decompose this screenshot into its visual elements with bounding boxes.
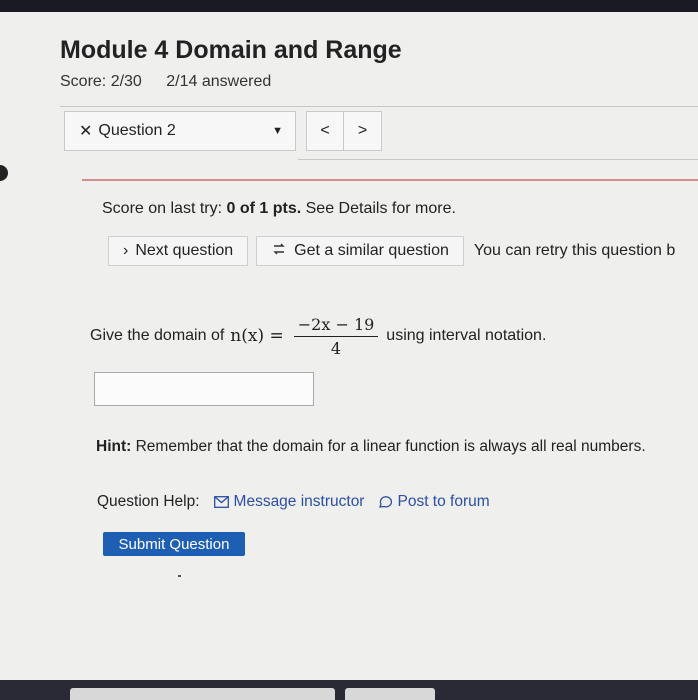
chevron-right-icon: › (123, 242, 129, 259)
cursor-mark (178, 575, 181, 577)
score-summary: Score: 2/30 2/14 answered (60, 73, 291, 91)
chevron-down-icon: ▼ (272, 125, 283, 137)
fraction-numerator: −2x − 19 (293, 315, 379, 337)
device-frame: Module 4 Domain and Range Score: 2/30 2/… (0, 0, 698, 700)
answered-count: 2/14 answered (166, 73, 272, 90)
question-help: Question Help: Message instructor Post t… (97, 493, 490, 511)
question-prompt: Give the domain of n(x) = −2x − 19 4 usi… (90, 312, 546, 360)
next-question-button[interactable]: › Next question (108, 236, 249, 266)
fraction: −2x − 19 4 (293, 315, 379, 358)
question-help-label: Question Help: (97, 493, 200, 510)
last-try-prefix: Score on last try: (102, 200, 227, 217)
feedback-divider (82, 179, 698, 181)
next-question-label: Next question (135, 242, 234, 259)
question-dropdown-label: Question 2 (98, 122, 176, 139)
post-to-forum-link[interactable]: Post to forum (378, 493, 490, 511)
page-title: Module 4 Domain and Range (60, 36, 402, 64)
hint-text: Hint: Remember that the domain for a lin… (96, 438, 646, 456)
post-to-forum-label: Post to forum (397, 493, 490, 510)
question-nav: < > (306, 111, 382, 151)
message-instructor-link[interactable]: Message instructor (213, 493, 365, 511)
score-text: Score: 2/30 (60, 73, 142, 90)
last-try-feedback: Score on last try: 0 of 1 pts. See Detai… (102, 200, 456, 218)
last-try-suffix: See Details for more. (301, 200, 456, 217)
refresh-icon (271, 241, 287, 262)
next-question-arrow-button[interactable]: > (344, 111, 382, 151)
bottom-tab (345, 688, 435, 700)
divider (298, 159, 698, 160)
retry-actions: › Next question Get a similar question Y… (108, 236, 675, 266)
question-suffix: using interval notation. (386, 327, 547, 344)
submit-question-button[interactable]: Submit Question (103, 532, 245, 556)
message-instructor-label: Message instructor (233, 493, 365, 510)
similar-question-label: Get a similar question (294, 242, 449, 259)
answer-input[interactable] (94, 372, 314, 406)
fraction-denominator: 4 (330, 338, 342, 358)
hint-label: Hint: (96, 438, 132, 455)
similar-question-button[interactable]: Get a similar question (256, 236, 464, 266)
previous-question-button[interactable]: < (306, 111, 344, 151)
incorrect-x-icon: ✕ (79, 123, 93, 140)
function-name: n(x) = (230, 326, 284, 346)
last-try-score: 0 of 1 pts. (226, 200, 302, 217)
retry-info: You can retry this question b (473, 242, 676, 259)
divider (60, 106, 698, 107)
envelope-icon (213, 496, 229, 508)
bottom-tab (70, 688, 335, 700)
hint-body: Remember that the domain for a linear fu… (131, 438, 646, 455)
speech-bubble-icon (379, 496, 393, 508)
question-prefix: Give the domain of (90, 327, 225, 344)
question-dropdown[interactable]: ✕ Question 2 ▼ (64, 111, 296, 151)
